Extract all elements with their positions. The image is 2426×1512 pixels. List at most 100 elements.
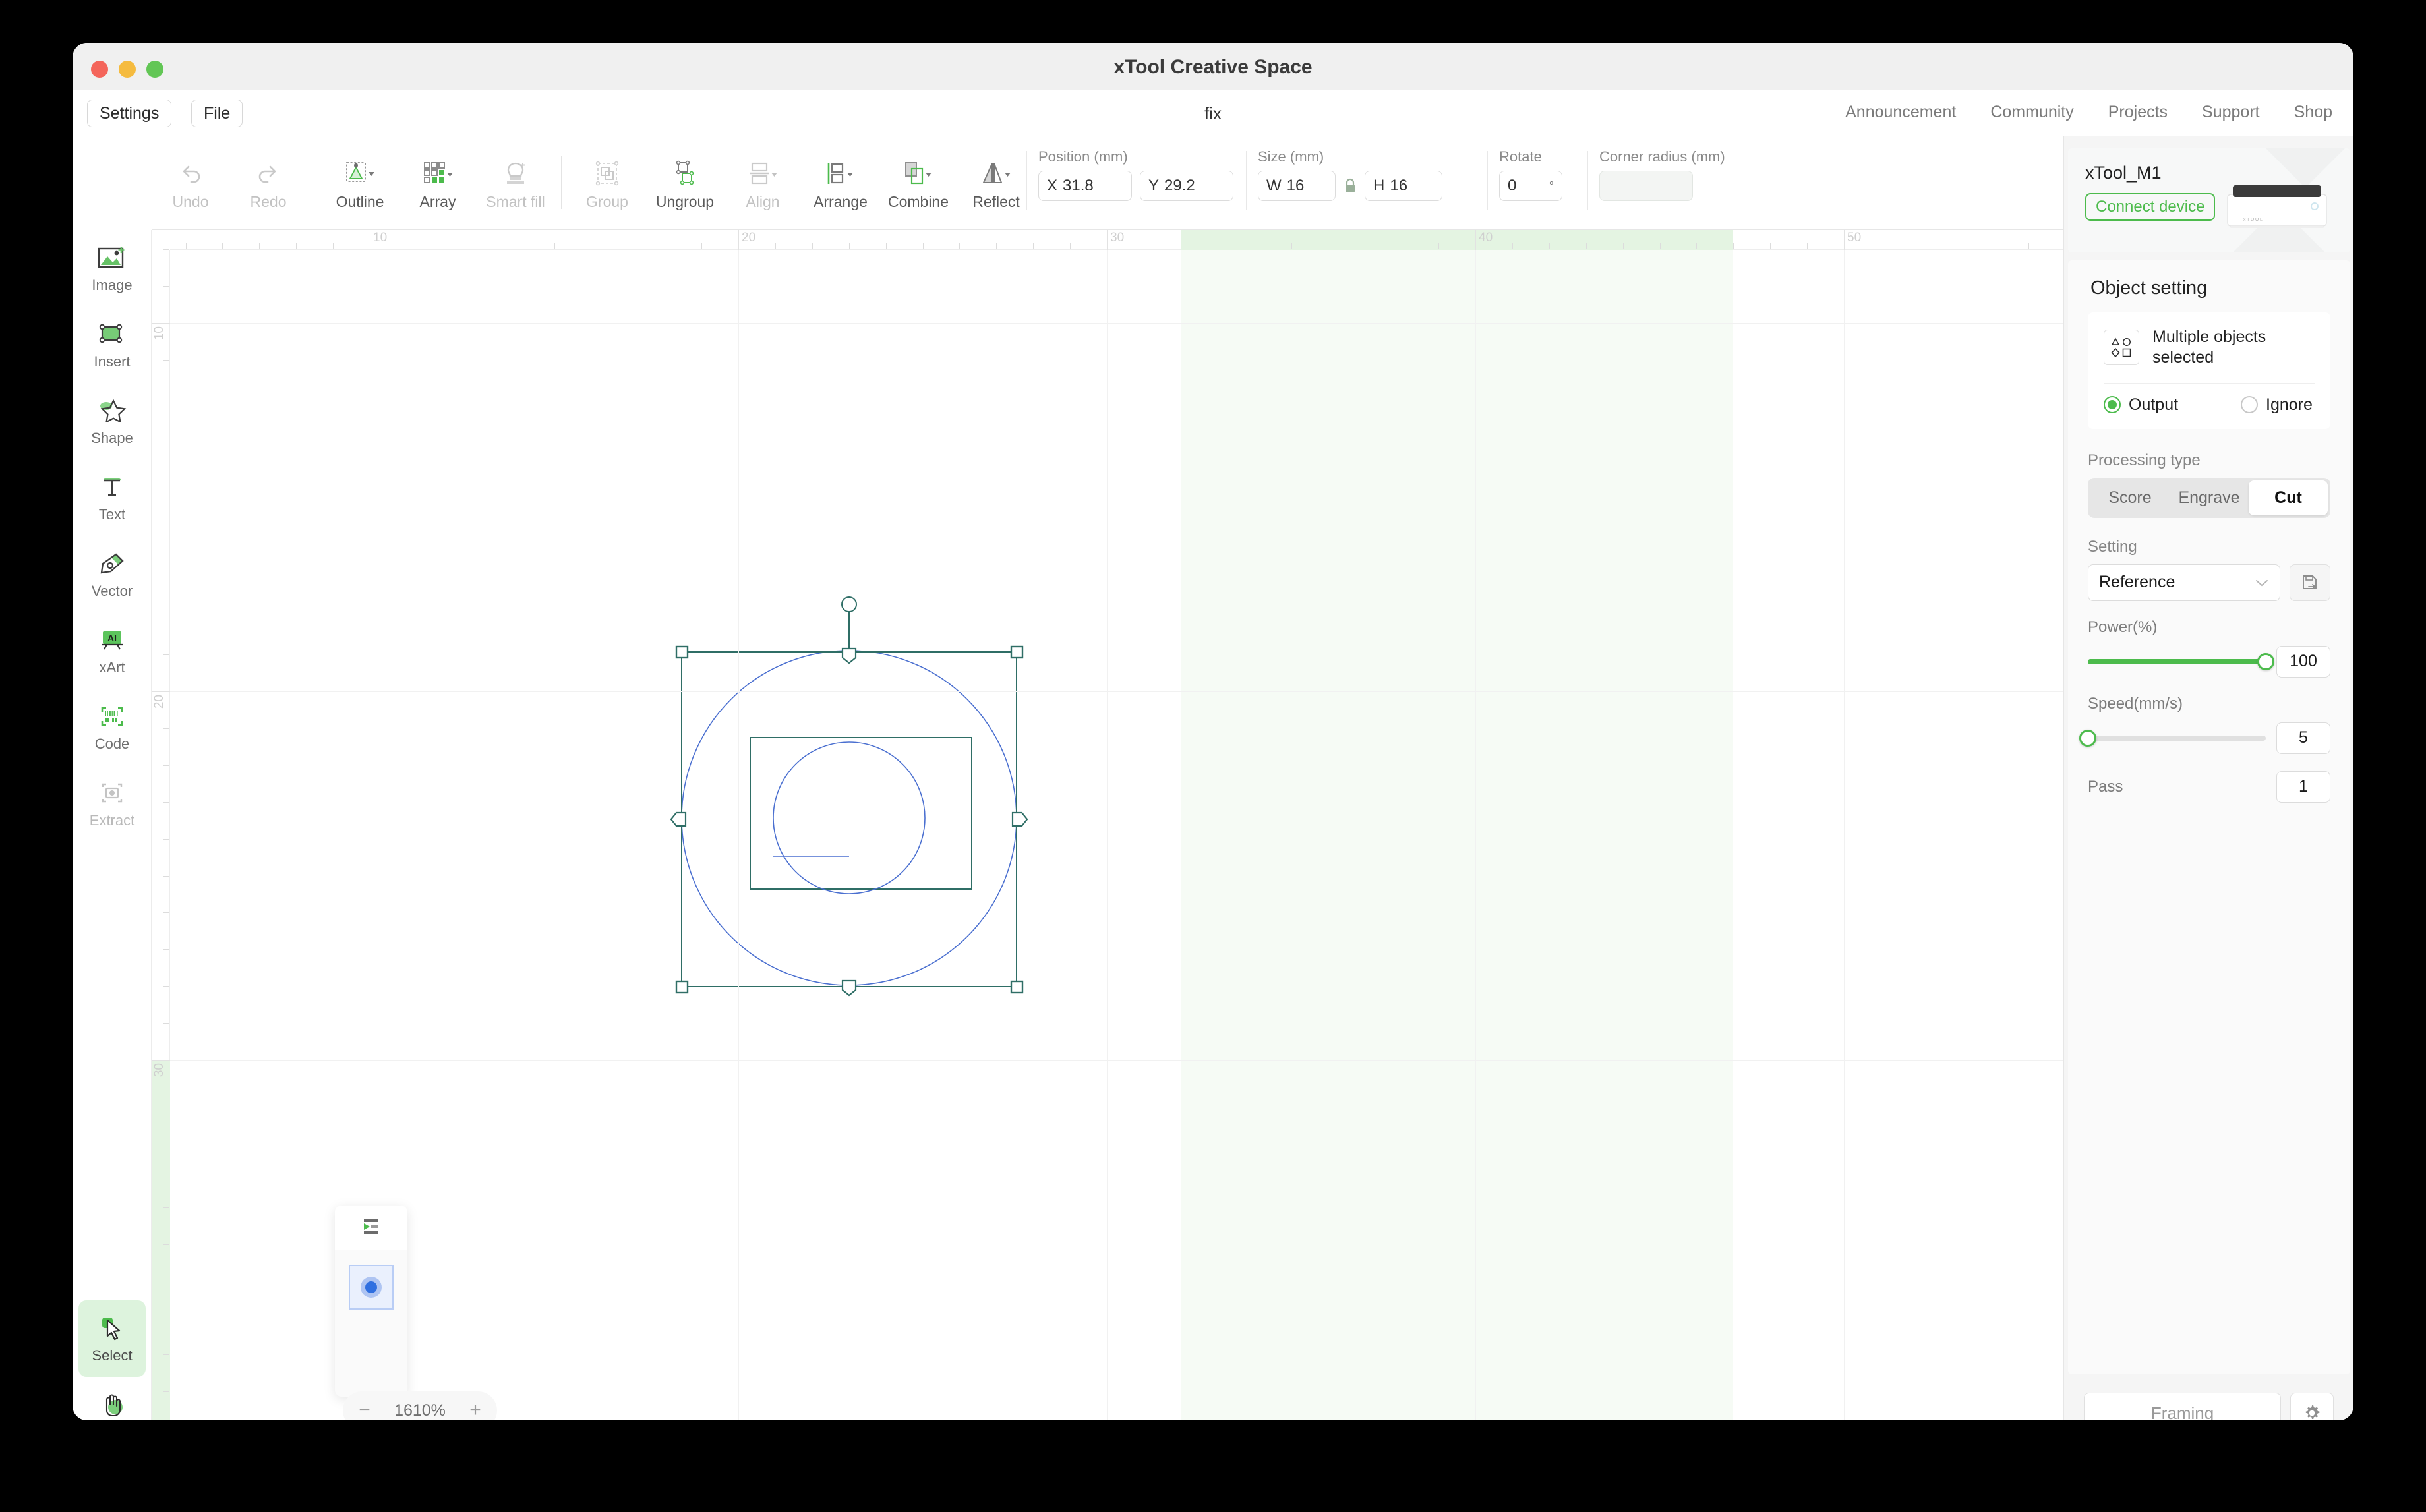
- ruler-work-area-highlight-h: [1180, 230, 1734, 250]
- position-y-input[interactable]: Y 29.2: [1140, 171, 1233, 201]
- ruler-h-minor-tick: [259, 243, 260, 249]
- canvas-grid[interactable]: [170, 250, 2063, 1420]
- nav-projects[interactable]: Projects: [2108, 103, 2168, 122]
- toolbar-group[interactable]: Group: [568, 146, 646, 219]
- ruler-v-minor-tick: [163, 838, 169, 840]
- ruler-v-minor-tick: [163, 654, 169, 656]
- ruler-v-minor-tick: [163, 765, 169, 766]
- layer-panel-header[interactable]: [335, 1206, 407, 1250]
- rotate-handle[interactable]: [841, 596, 857, 612]
- power-slider[interactable]: [2088, 653, 2274, 670]
- grid-line-horizontal: [170, 691, 2063, 692]
- toolbar-arrange-label: Arrange: [814, 192, 868, 210]
- tool-shape[interactable]: Shape: [73, 383, 152, 459]
- corner-radius-input[interactable]: [1599, 171, 1693, 201]
- shape-rectangle[interactable]: [750, 737, 972, 890]
- processing-option-engrave[interactable]: Engrave: [2170, 480, 2249, 515]
- power-slider-fill: [2088, 658, 2266, 664]
- processing-option-cut[interactable]: Cut: [2249, 480, 2328, 515]
- framing-button[interactable]: Framing: [2084, 1393, 2281, 1420]
- ruler-h-label: 10: [373, 231, 388, 245]
- resize-handle-tr[interactable]: [1010, 645, 1024, 659]
- toolbar-outline[interactable]: Outline: [321, 146, 399, 219]
- layer-panel[interactable]: [335, 1206, 407, 1397]
- toolbar-array-label: Array: [419, 192, 456, 210]
- speed-value-input[interactable]: 5: [2276, 722, 2330, 754]
- rotate-field-group: Rotate 0 °: [1499, 148, 1562, 201]
- tool-image[interactable]: Image: [73, 230, 152, 306]
- shape-small-circle[interactable]: [773, 741, 926, 894]
- resize-handle-br[interactable]: [1010, 980, 1024, 994]
- lock-icon[interactable]: [1344, 177, 1357, 194]
- tool-extract-label: Extract: [89, 812, 135, 829]
- ignore-radio[interactable]: Ignore: [2241, 395, 2313, 415]
- speed-slider-knob[interactable]: [2079, 729, 2096, 747]
- position-y-value: 29.2: [1164, 177, 1195, 194]
- layer-thumbnail[interactable]: [349, 1265, 394, 1310]
- ruler-h-label: 20: [742, 231, 756, 245]
- resize-handle-top[interactable]: [841, 647, 857, 664]
- canvas-area[interactable]: 10 20 30 40 50 10 20 30 40: [152, 230, 2063, 1420]
- rotate-input[interactable]: 0 °: [1499, 171, 1562, 201]
- power-value-input[interactable]: 100: [2276, 645, 2330, 678]
- nav-support[interactable]: Support: [2202, 103, 2260, 122]
- resize-handle-bottom[interactable]: [841, 979, 857, 997]
- size-width-input[interactable]: W 16: [1258, 171, 1336, 201]
- chevron-down-icon: [2255, 578, 2269, 587]
- output-radio[interactable]: Output: [2104, 395, 2229, 415]
- ruler-v-minor-tick: [163, 875, 169, 877]
- zoom-control[interactable]: − 1610% +: [343, 1391, 497, 1420]
- image-icon: [98, 243, 127, 273]
- ruler-h-minor-tick: [1512, 243, 1513, 249]
- ruler-h-minor-tick: [1622, 243, 1624, 249]
- toolbar-smart-fill[interactable]: Smart fill: [477, 146, 554, 219]
- outline-icon: [343, 155, 376, 192]
- pass-value-input[interactable]: 1: [2276, 771, 2330, 803]
- nav-shop[interactable]: Shop: [2294, 103, 2332, 122]
- tool-vector[interactable]: Vector: [73, 536, 152, 612]
- ruler-h-label: 50: [1847, 231, 1862, 245]
- save-preset-icon[interactable]: [2290, 564, 2330, 601]
- size-height-input[interactable]: H 16: [1365, 171, 1442, 201]
- toolbar-reflect[interactable]: Reflect: [957, 146, 1035, 219]
- speed-slider[interactable]: [2079, 729, 2266, 747]
- toolbar-undo[interactable]: Undo: [152, 146, 229, 219]
- resize-handle-left[interactable]: [670, 811, 687, 827]
- ruler-h-minor-tick: [775, 243, 776, 249]
- processing-type-segmented-control: Score Engrave Cut: [2088, 477, 2330, 518]
- toolbar-arrange[interactable]: Arrange: [802, 146, 879, 219]
- tool-xart[interactable]: AI xArt: [73, 612, 152, 689]
- shape-large-circle[interactable]: [681, 650, 1017, 986]
- toolbar-align[interactable]: Align: [724, 146, 802, 219]
- connect-device-button[interactable]: Connect device: [2085, 193, 2216, 221]
- nav-announcement[interactable]: Announcement: [1845, 103, 1956, 122]
- smart-fill-icon: [500, 155, 531, 192]
- tool-select[interactable]: Select: [78, 1300, 146, 1377]
- canvas-drawing[interactable]: [170, 250, 2063, 1420]
- resize-handle-bl[interactable]: [675, 980, 689, 994]
- resize-handle-tl[interactable]: [675, 645, 689, 659]
- ruler-h-minor-tick: [1070, 243, 1071, 249]
- toolbar-outline-label: Outline: [336, 192, 384, 210]
- toolbar-ungroup[interactable]: Ungroup: [646, 146, 724, 219]
- tool-insert[interactable]: Insert: [73, 306, 152, 383]
- svg-text:AI: AI: [107, 633, 117, 643]
- tool-text[interactable]: Text: [73, 459, 152, 536]
- resize-handle-right[interactable]: [1011, 811, 1028, 827]
- processing-type-section: Processing type Score Engrave Cut: [2068, 429, 2350, 518]
- power-slider-knob[interactable]: [2257, 653, 2274, 670]
- toolbar-combine[interactable]: Combine: [879, 146, 957, 219]
- tool-hand[interactable]: Hand: [73, 1377, 152, 1420]
- toolbar-array[interactable]: Array: [399, 146, 477, 219]
- processing-option-score[interactable]: Score: [2090, 480, 2170, 515]
- zoom-out-button[interactable]: −: [349, 1395, 380, 1420]
- object-selection-label: Multiple objects selected: [2152, 328, 2266, 367]
- tool-extract[interactable]: Extract: [73, 765, 152, 842]
- gear-icon[interactable]: [2290, 1393, 2334, 1420]
- toolbar-redo[interactable]: Redo: [229, 146, 307, 219]
- zoom-in-button[interactable]: +: [460, 1395, 490, 1420]
- setting-preset-select[interactable]: Reference: [2088, 564, 2280, 601]
- nav-community[interactable]: Community: [1990, 103, 2073, 122]
- tool-code[interactable]: Code: [73, 689, 152, 765]
- position-x-input[interactable]: X 31.8: [1038, 171, 1132, 201]
